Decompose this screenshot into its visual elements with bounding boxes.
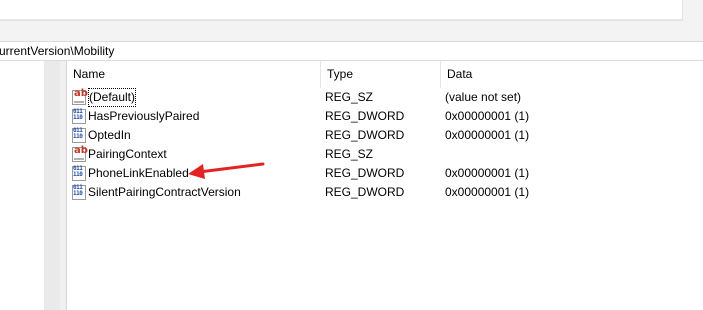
value-data: 0x00000001 (1) xyxy=(445,166,530,180)
value-row-phonelinkenabled[interactable]: PhoneLinkEnabled REG_DWORD 0x00000001 (1… xyxy=(66,164,703,183)
value-name: PairingContext xyxy=(88,147,167,161)
value-data: 0x00000001 (1) xyxy=(445,109,530,123)
value-type: REG_DWORD xyxy=(325,166,405,180)
value-type: REG_SZ xyxy=(325,147,374,161)
arrow-shaft xyxy=(197,162,265,174)
dword-value-icon xyxy=(72,109,86,124)
value-data: 0x00000001 (1) xyxy=(445,185,530,199)
column-header-name[interactable]: Name xyxy=(67,61,321,88)
string-value-icon xyxy=(72,88,88,105)
tree-scrollbar[interactable] xyxy=(44,61,60,310)
annotation-arrow-icon xyxy=(188,162,265,179)
value-name: (Default) xyxy=(88,88,137,107)
value-row[interactable]: OptedIn REG_DWORD 0x00000001 (1) xyxy=(66,126,703,145)
value-data: 0x00000001 (1) xyxy=(445,128,530,142)
menu-bar-area xyxy=(0,0,703,24)
value-type: REG_DWORD xyxy=(325,109,405,123)
value-row[interactable]: SilentPairingContractVersion REG_DWORD 0… xyxy=(66,183,703,202)
value-name: OptedIn xyxy=(88,128,131,142)
arrow-head xyxy=(188,164,205,179)
toolbar-gap xyxy=(0,24,703,41)
value-type: REG_DWORD xyxy=(325,128,405,142)
value-row[interactable]: PairingContext REG_SZ xyxy=(66,145,703,164)
value-type: REG_DWORD xyxy=(325,185,405,199)
value-name: SilentPairingContractVersion xyxy=(88,185,241,199)
value-name: PhoneLinkEnabled xyxy=(88,166,189,180)
value-row[interactable]: HasPreviouslyPaired REG_DWORD 0x00000001… xyxy=(66,107,703,126)
column-header-data[interactable]: Data xyxy=(441,61,703,88)
value-type: REG_SZ xyxy=(325,90,374,104)
dword-value-icon xyxy=(72,128,86,143)
dword-value-icon xyxy=(72,166,86,181)
string-value-icon xyxy=(72,145,88,162)
value-name: HasPreviouslyPaired xyxy=(88,109,200,123)
address-bar[interactable]: urrentVersion\Mobility xyxy=(0,41,703,61)
dword-value-icon xyxy=(72,185,86,200)
title-strip xyxy=(0,0,683,21)
key-tree-pane[interactable] xyxy=(0,61,44,310)
value-data: (value not set) xyxy=(445,90,522,104)
address-path[interactable]: urrentVersion\Mobility xyxy=(0,44,114,58)
value-row[interactable]: (Default) REG_SZ (value not set) xyxy=(66,88,703,107)
column-header-type[interactable]: Type xyxy=(321,61,441,88)
